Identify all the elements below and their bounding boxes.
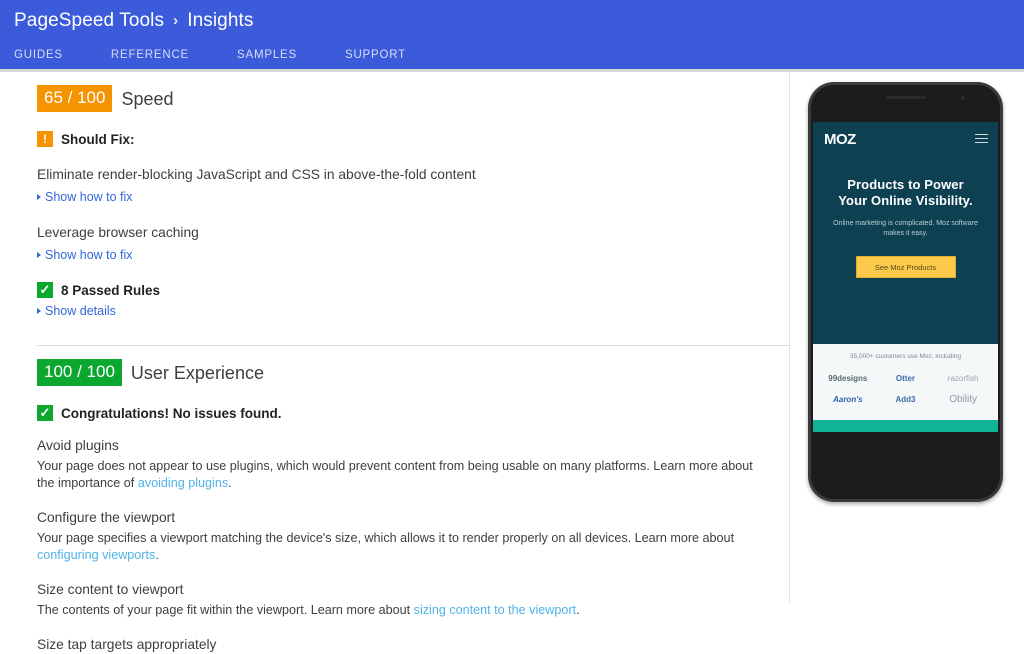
check-icon-glyph: ✓ [39, 282, 51, 297]
moz-hero-title: Products to Power Your Online Visibility… [813, 177, 998, 209]
ux-item-avoid-plugins: Avoid plugins Your page does not appear … [37, 437, 765, 492]
congratulations-label: Congratulations! No issues found. [61, 405, 282, 421]
congratulations-row: ✓ Congratulations! No issues found. [37, 405, 765, 421]
phone-mockup: MOZ Products to Power Your Online Visibi… [808, 82, 1003, 502]
warning-icon: ! [37, 131, 53, 147]
customer-logo: razorfish [947, 374, 979, 383]
site-header: PageSpeed Tools › Insights GUIDES REFERE… [0, 0, 1024, 72]
ux-desc-text: Your page specifies a viewport matching … [37, 531, 735, 545]
phone-speaker-icon [885, 96, 926, 99]
ux-desc-tail: . [155, 548, 159, 562]
check-icon: ✓ [37, 405, 53, 421]
phone-camera-icon [961, 96, 965, 100]
check-icon: ✓ [37, 282, 53, 298]
moz-logo: MOZ [824, 131, 856, 148]
preview-column: MOZ Products to Power Your Online Visibi… [790, 72, 1024, 603]
moz-hero-title-line1: Products to Power [847, 177, 964, 192]
page-body: 65 / 100 Speed ! Should Fix: Eliminate r… [0, 72, 1024, 652]
should-fix-row: ! Should Fix: [37, 131, 765, 147]
speed-score-badge: 65 / 100 [37, 85, 113, 112]
speed-score-title: Speed [121, 88, 174, 109]
customer-logo: 99designs [828, 374, 868, 383]
ux-item-size-content-to-viewport: Size content to viewport The contents of… [37, 581, 765, 619]
ux-item-description: Your page does not appear to use plugins… [37, 458, 765, 492]
ux-item-size-tap-targets: Size tap targets appropriately [37, 636, 765, 654]
passed-rules-row: ✓ 8 Passed Rules [37, 282, 765, 298]
header-nav-tabs: GUIDES REFERENCE SAMPLES SUPPORT [14, 49, 454, 61]
breadcrumb-separator-icon: › [173, 12, 179, 29]
passed-rules-label: 8 Passed Rules [61, 282, 161, 298]
customer-logo-grid: 99designs Otter razorfish Aaron's Add3 O… [819, 368, 992, 410]
speed-section: 65 / 100 Speed ! Should Fix: Eliminate r… [0, 85, 789, 319]
phone-screen: MOZ Products to Power Your Online Visibi… [813, 122, 998, 432]
avoiding-plugins-link[interactable]: avoiding plugins [138, 476, 228, 490]
breadcrumb: PageSpeed Tools › Insights [0, 0, 1024, 33]
should-fix-label: Should Fix: [61, 131, 135, 147]
ux-item-heading: Size content to viewport [37, 582, 184, 597]
moz-customers: 35,000+ customers use Moz, including 99d… [813, 344, 998, 420]
moz-hero-title-line2: Your Online Visibility. [838, 193, 973, 208]
customer-logo: Obility [949, 394, 978, 405]
ux-score-badge: 100 / 100 [37, 359, 122, 386]
moz-topbar: MOZ [813, 122, 998, 148]
tab-guides[interactable]: GUIDES [14, 49, 63, 61]
ux-item-heading: Size tap targets appropriately [37, 637, 217, 652]
configuring-viewports-link[interactable]: configuring viewports [37, 548, 155, 562]
show-how-to-fix-render-blocking[interactable]: Show how to fix [37, 189, 765, 205]
breadcrumb-current[interactable]: Insights [187, 9, 253, 33]
rule-title-browser-caching: Leverage browser caching [37, 225, 199, 240]
section-divider [37, 345, 790, 346]
show-how-to-fix-label: Show how to fix [45, 190, 133, 204]
moz-hero: MOZ Products to Power Your Online Visibi… [813, 122, 998, 344]
user-experience-section: 100 / 100 User Experience ✓ Congratulati… [0, 359, 789, 654]
chevron-right-icon [37, 252, 41, 258]
customer-logo: Add3 [895, 395, 916, 404]
customer-logo: Aaron's [833, 395, 863, 404]
breadcrumb-root-link[interactable]: PageSpeed Tools [14, 9, 164, 33]
sizing-content-link[interactable]: sizing content to the viewport [414, 603, 576, 617]
rule-title-render-blocking: Eliminate render-blocking JavaScript and… [37, 167, 476, 182]
ux-item-description: Your page specifies a viewport matching … [37, 530, 765, 564]
chevron-right-icon [37, 194, 41, 200]
customer-logo: Otter [895, 374, 916, 383]
hamburger-menu-icon[interactable] [975, 133, 988, 146]
see-moz-products-button[interactable]: See Moz Products [855, 256, 956, 278]
ux-item-description: The contents of your page fit within the… [37, 602, 765, 619]
results-column: 65 / 100 Speed ! Should Fix: Eliminate r… [0, 72, 790, 652]
moz-hero-subtitle: Online marketing is complicated. Moz sof… [833, 220, 978, 237]
ux-score-title: User Experience [130, 362, 264, 383]
ux-desc-text: The contents of your page fit within the… [37, 603, 414, 617]
tab-samples[interactable]: SAMPLES [237, 49, 297, 61]
ux-item-heading: Avoid plugins [37, 438, 119, 453]
show-details-passed-rules[interactable]: Show details [37, 303, 765, 319]
ux-desc-tail: . [576, 603, 580, 617]
warning-icon-glyph: ! [43, 132, 47, 146]
moz-local-title: Moz Local [813, 420, 998, 432]
ux-score-row: 100 / 100 User Experience [37, 359, 765, 386]
chevron-right-icon [37, 308, 41, 314]
tab-reference[interactable]: REFERENCE [111, 49, 189, 61]
speed-score-row: 65 / 100 Speed [37, 85, 765, 112]
check-icon-glyph: ✓ [39, 405, 51, 420]
ux-item-heading: Configure the viewport [37, 510, 176, 525]
show-details-label: Show details [45, 304, 116, 318]
ux-item-configure-viewport: Configure the viewport Your page specifi… [37, 509, 765, 564]
tab-support[interactable]: SUPPORT [345, 49, 406, 61]
show-how-to-fix-label: Show how to fix [45, 248, 133, 262]
show-how-to-fix-browser-caching[interactable]: Show how to fix [37, 247, 765, 263]
ux-desc-tail: . [228, 476, 232, 490]
moz-customers-caption: 35,000+ customers use Moz, including [849, 353, 962, 360]
moz-local-section: Moz Local Make Local Your Advantage [813, 420, 998, 432]
